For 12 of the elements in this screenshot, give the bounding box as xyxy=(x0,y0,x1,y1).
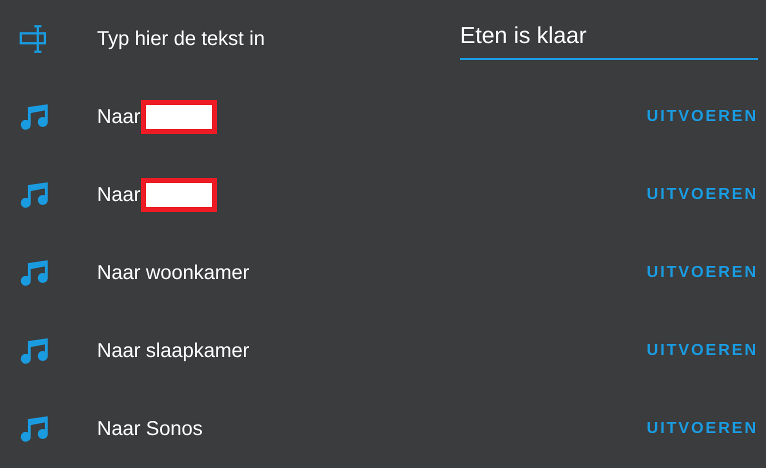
script-name: Naar slaapkamer xyxy=(97,339,250,364)
run-button[interactable]: UITVOEREN xyxy=(646,261,758,285)
run-button[interactable]: UITVOEREN xyxy=(646,183,758,207)
field-label: Typ hier de tekst in xyxy=(97,27,265,52)
run-button[interactable]: UITVOEREN xyxy=(646,105,758,129)
input-field[interactable]: Eten is klaar xyxy=(460,18,758,60)
script-name: Naar xyxy=(97,183,140,208)
script-name: Naar woonkamer xyxy=(97,261,250,286)
script-name: Naar xyxy=(97,105,140,130)
run-button[interactable]: UITVOEREN xyxy=(646,417,758,441)
run-button[interactable]: UITVOEREN xyxy=(646,339,758,363)
script-name: Naar Sonos xyxy=(97,417,203,442)
